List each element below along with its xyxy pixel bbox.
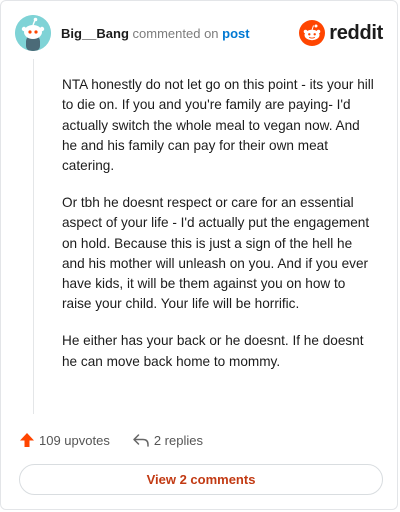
comment-card: Big__Bang commented on post reddit NTA h… (0, 0, 398, 510)
thread-line[interactable] (33, 59, 34, 414)
comment-paragraph: NTA honestly do not let go on this point… (62, 77, 374, 174)
reply-arrow-icon (133, 434, 149, 447)
replies-button[interactable]: 2 replies (132, 432, 203, 448)
avatar[interactable] (15, 15, 51, 51)
comment-header: Big__Bang commented on post reddit (15, 15, 383, 51)
upvote-button[interactable]: 109 upvotes (19, 432, 110, 448)
snoo-avatar-icon (15, 15, 51, 51)
reddit-wordmark: reddit (329, 21, 383, 44)
commented-on-text: commented on (132, 26, 219, 41)
reply-count: 2 replies (153, 432, 203, 448)
comment-meta: Big__Bang commented on post (61, 26, 250, 41)
comment-paragraph: He either has your back or he doesnt. If… (62, 333, 364, 369)
upvote-count: 109 upvotes (39, 432, 110, 448)
comment-paragraph: Or tbh he doesnt respect or care for an … (62, 194, 370, 312)
comment-body: NTA honestly do not let go on this point… (62, 75, 378, 388)
comment-actions: 109 upvotes 2 replies (19, 429, 203, 451)
username[interactable]: Big__Bang (61, 26, 129, 41)
reddit-logo-icon (299, 20, 326, 46)
reddit-brand[interactable]: reddit (299, 19, 383, 47)
upvote-arrow-icon (20, 433, 34, 447)
view-comments-button[interactable]: View 2 comments (19, 464, 383, 495)
post-link[interactable]: post (222, 26, 249, 41)
